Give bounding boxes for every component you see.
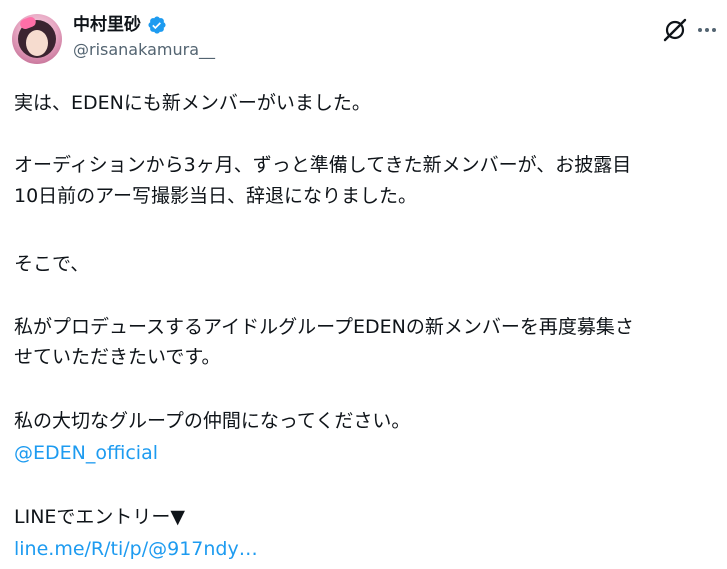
post-line: 実は、EDENにも新メンバーがいました。 [14,92,371,114]
post-line: オーディションから3ヶ月、ずっと準備してきた新メンバーが、お披露目 [14,154,632,176]
post-line: 私がプロデュースするアイドルグループEDENの新メンバーを再度募集さ [14,316,634,338]
post-line: そこで、 [14,253,90,275]
post-line: せていただきたいです。 [14,346,221,368]
dot-icon [705,28,709,32]
avatar-face [26,30,48,56]
grok-icon[interactable] [661,16,689,44]
post-header: 中村里砂 @risanakamura__ [0,0,727,70]
user-handle[interactable]: @risanakamura__ [73,40,215,60]
more-dots-icon[interactable] [693,16,721,44]
entry-url-link[interactable]: line.me/R/ti/p/@917ndy… [14,536,258,562]
mention-link[interactable]: @EDEN_official [14,440,158,466]
dot-icon [712,28,716,32]
post-line: 10日前のアー写撮影当日、辞退になりました。 [14,185,418,207]
post-line: LINEでエントリー▼ [14,506,186,528]
name-row: 中村里砂 [73,14,167,36]
display-name[interactable]: 中村里砂 [73,14,141,36]
post-line: 私の大切なグループの仲間になってください。 [14,410,411,432]
dot-icon [698,28,702,32]
avatar[interactable] [12,14,62,64]
verified-badge-icon [147,15,167,35]
